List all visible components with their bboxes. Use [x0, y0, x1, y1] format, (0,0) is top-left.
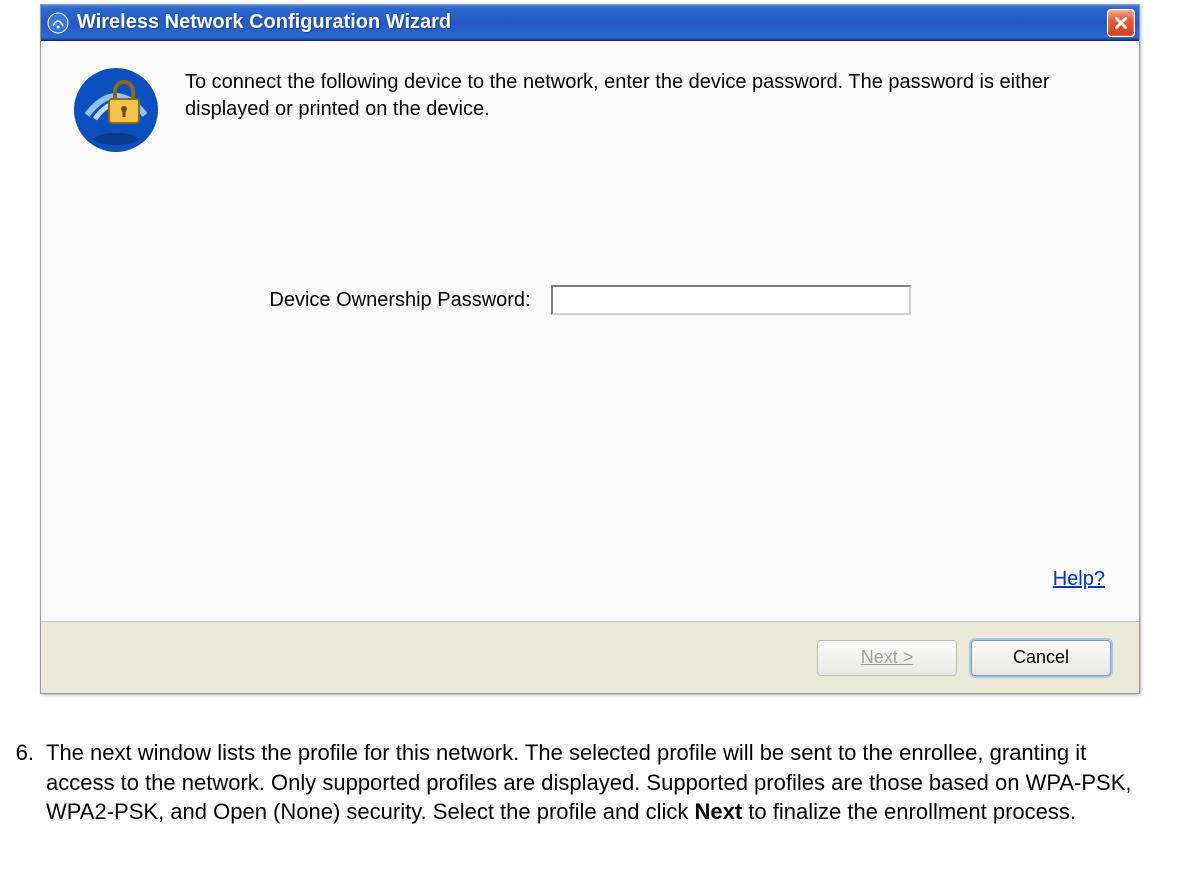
app-icon: [47, 12, 69, 34]
dialog-footer: Next > Cancel: [41, 621, 1139, 693]
password-label: Device Ownership Password:: [269, 289, 530, 312]
cancel-button-label: Cancel: [1013, 647, 1069, 668]
doc-step-6: 6. The next window lists the profile for…: [40, 738, 1162, 827]
next-button[interactable]: Next >: [817, 640, 957, 676]
password-row: Device Ownership Password:: [71, 285, 1109, 315]
step-number: 6.: [2, 738, 34, 768]
titlebar: Wireless Network Configuration Wizard: [41, 5, 1139, 41]
cancel-button[interactable]: Cancel: [971, 640, 1111, 676]
titlebar-title: Wireless Network Configuration Wizard: [77, 11, 1107, 34]
step-text: The next window lists the profile for th…: [46, 738, 1162, 827]
dialog-body: To connect the following device to the n…: [41, 41, 1139, 621]
help-link[interactable]: Help?: [1053, 568, 1105, 591]
close-button[interactable]: [1107, 9, 1135, 37]
device-ownership-password-input[interactable]: [551, 285, 911, 315]
instruction-text: To connect the following device to the n…: [185, 65, 1109, 123]
next-button-label: Next >: [861, 647, 914, 668]
wizard-dialog: Wireless Network Configuration Wizard: [40, 4, 1140, 694]
wifi-lock-icon: [71, 65, 161, 155]
